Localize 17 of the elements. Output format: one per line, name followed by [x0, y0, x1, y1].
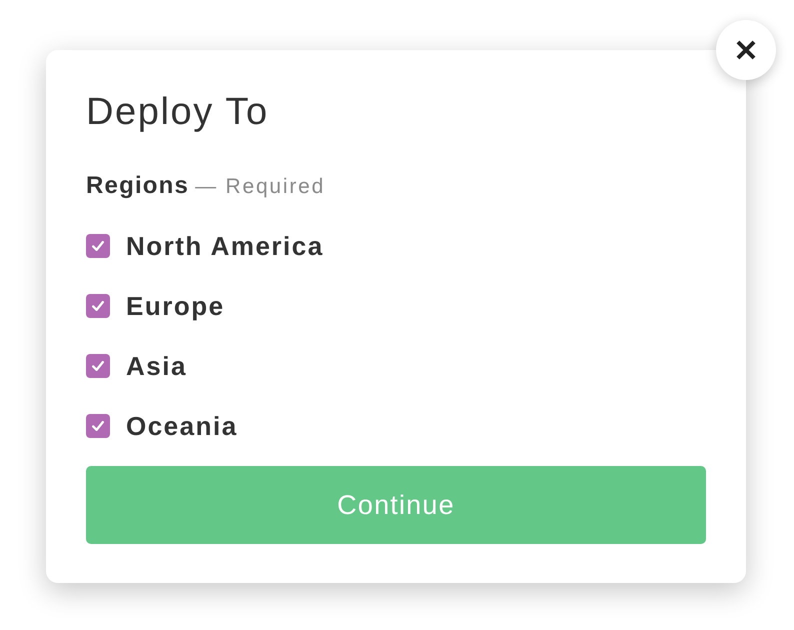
close-icon: [736, 40, 756, 60]
check-icon: [92, 361, 104, 371]
checkbox[interactable]: [86, 294, 110, 318]
checkbox[interactable]: [86, 234, 110, 258]
dialog-title: Deploy To: [86, 90, 269, 135]
option-label: Europe: [126, 290, 225, 322]
option-label: Asia: [126, 350, 187, 382]
continue-button[interactable]: Continue: [86, 466, 706, 544]
checkbox[interactable]: [86, 354, 110, 378]
required-hint: — Required: [195, 174, 326, 200]
option-label: Oceania: [126, 410, 238, 442]
option-label: North America: [126, 230, 324, 262]
field-label: Regions: [86, 171, 190, 201]
check-icon: [92, 241, 104, 251]
checkbox[interactable]: [86, 414, 110, 438]
check-icon: [92, 421, 104, 431]
check-icon: [92, 301, 104, 311]
